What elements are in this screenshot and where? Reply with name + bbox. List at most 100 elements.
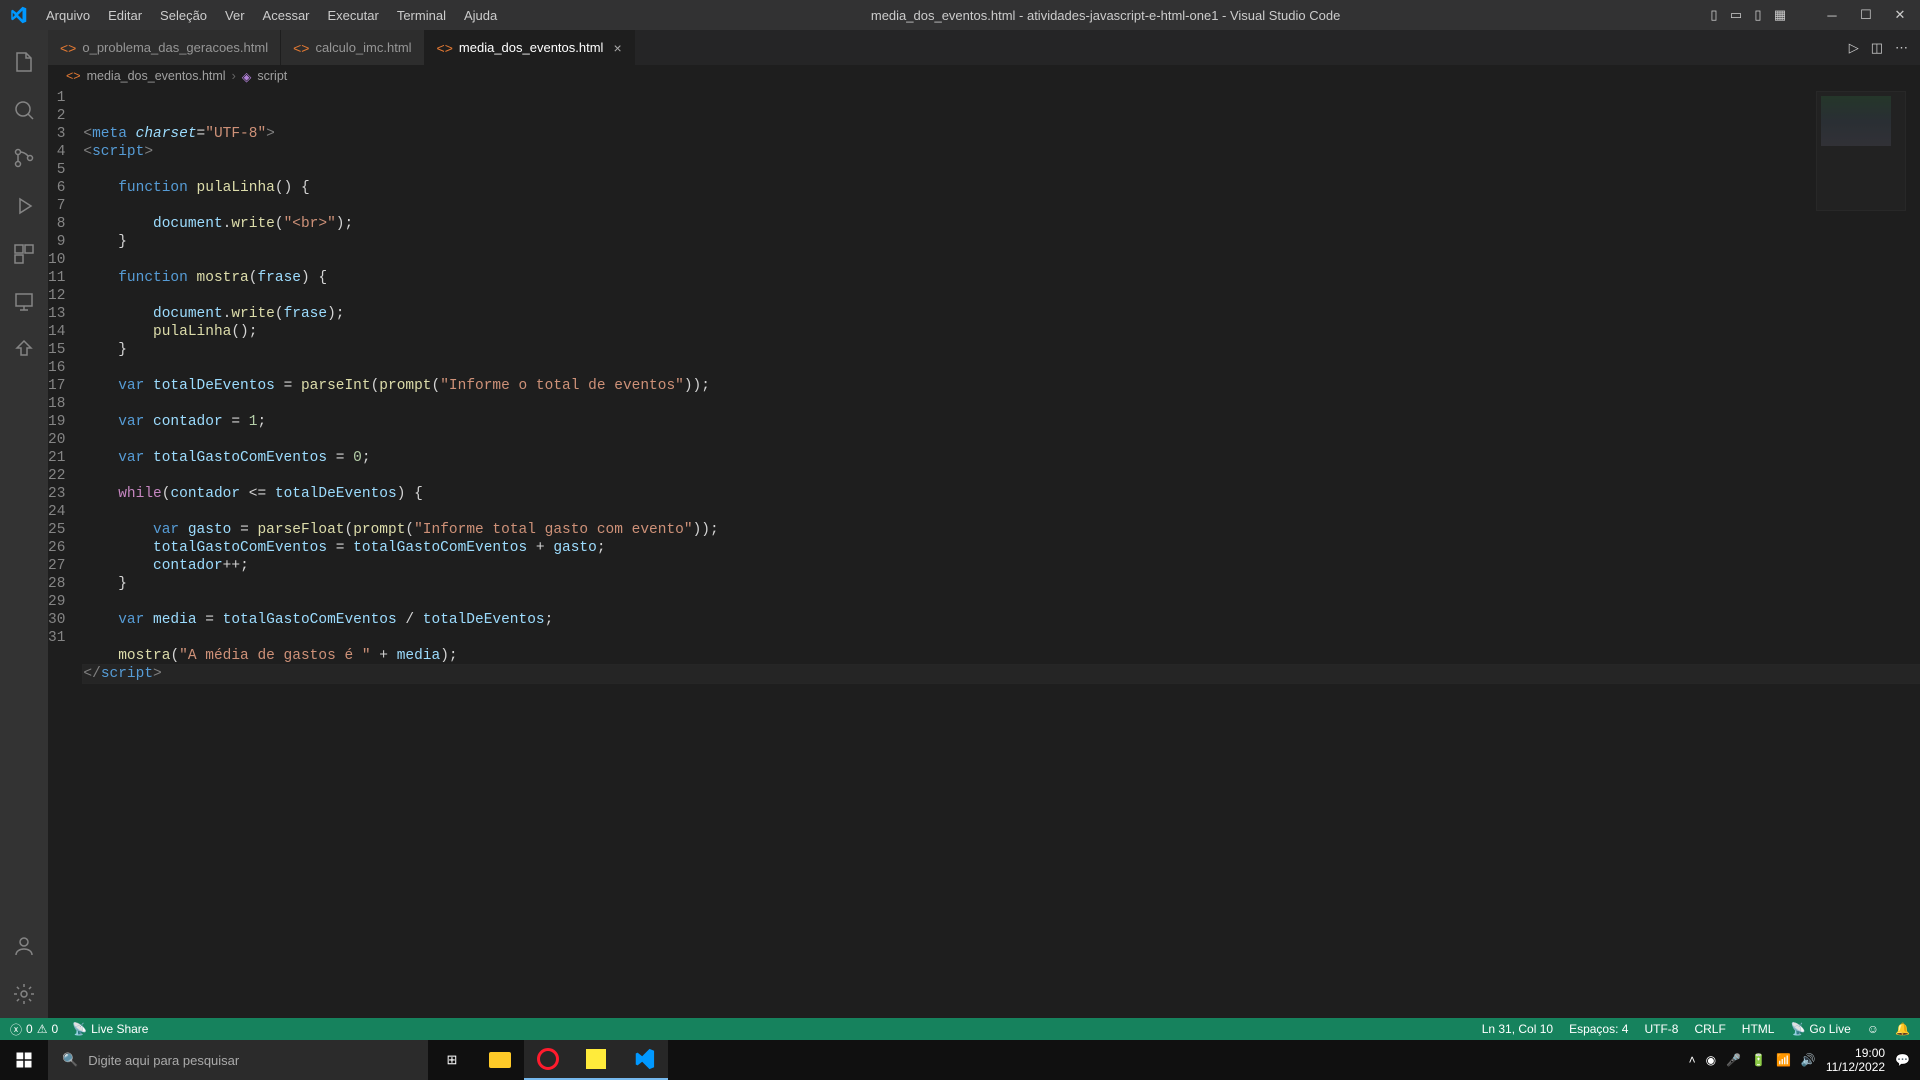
code-line[interactable]: var totalDeEventos = parseInt(prompt("In… — [83, 377, 1920, 395]
tray-battery-icon[interactable]: 🔋 — [1751, 1053, 1766, 1067]
start-button[interactable] — [0, 1040, 48, 1080]
extensions-icon[interactable] — [0, 230, 48, 278]
code-line[interactable]: function mostra(frase) { — [83, 269, 1920, 287]
code-line[interactable] — [83, 503, 1920, 521]
account-icon[interactable] — [0, 922, 48, 970]
code-line[interactable]: } — [83, 575, 1920, 593]
action-center-icon[interactable]: 💬 — [1895, 1053, 1910, 1067]
code-line[interactable]: </script> — [83, 665, 1920, 683]
warning-icon: ⚠ — [37, 1022, 48, 1036]
activity-bar — [0, 30, 48, 1018]
code-line[interactable]: var media = totalGastoComEventos / total… — [83, 611, 1920, 629]
code-editor[interactable]: 1234567891011121314151617181920212223242… — [48, 87, 1920, 1018]
close-tab-icon[interactable]: × — [613, 40, 621, 56]
menu-ajuda[interactable]: Ajuda — [456, 4, 505, 27]
tray-chevron-icon[interactable]: ˄ — [1689, 1053, 1696, 1067]
menu-terminal[interactable]: Terminal — [389, 4, 454, 27]
code-line[interactable]: document.write(frase); — [83, 305, 1920, 323]
tray-mic-icon[interactable]: 🎤 — [1726, 1053, 1741, 1067]
code-line[interactable] — [83, 197, 1920, 215]
code-line[interactable]: var contador = 1; — [83, 413, 1920, 431]
code-line[interactable]: while(contador <= totalDeEventos) { — [83, 485, 1920, 503]
language-mode[interactable]: HTML — [1742, 1022, 1775, 1036]
toggle-panel-icon[interactable]: ▭ — [1728, 7, 1744, 23]
code-line[interactable] — [83, 161, 1920, 179]
opera-icon[interactable] — [524, 1040, 572, 1080]
run-file-icon[interactable]: ▷ — [1849, 40, 1859, 56]
code-line[interactable] — [83, 431, 1920, 449]
code-line[interactable]: <meta charset="UTF-8"> — [83, 125, 1920, 143]
code-line[interactable] — [83, 395, 1920, 413]
tab-o_problema_das_geracoes-html[interactable]: <>o_problema_das_geracoes.html — [48, 30, 281, 65]
code-line[interactable]: <script> — [83, 143, 1920, 161]
code-line[interactable] — [83, 467, 1920, 485]
html-file-icon: <> — [60, 40, 76, 56]
source-control-icon[interactable] — [0, 134, 48, 182]
tray-wifi-icon[interactable]: 📶 — [1776, 1053, 1791, 1067]
code-line[interactable]: mostra("A média de gastos é " + media); — [83, 647, 1920, 665]
minimize-button[interactable]: ─ — [1824, 7, 1840, 23]
code-line[interactable]: contador++; — [83, 557, 1920, 575]
code-line[interactable]: } — [83, 233, 1920, 251]
html-file-icon: <> — [66, 69, 81, 83]
taskbar-clock[interactable]: 19:00 11/12/2022 — [1826, 1046, 1885, 1074]
search-placeholder: Digite aqui para pesquisar — [88, 1053, 239, 1068]
tray-meet-icon[interactable]: ◉ — [1706, 1053, 1716, 1067]
code-content[interactable]: <meta charset="UTF-8"><script> function … — [83, 87, 1920, 1018]
explorer-icon[interactable] — [0, 38, 48, 86]
menu-arquivo[interactable]: Arquivo — [38, 4, 98, 27]
code-line[interactable]: document.write("<br>"); — [83, 215, 1920, 233]
menu-executar[interactable]: Executar — [320, 4, 387, 27]
code-line[interactable] — [83, 251, 1920, 269]
remote-explorer-icon[interactable] — [0, 278, 48, 326]
settings-gear-icon[interactable] — [0, 970, 48, 1018]
code-line[interactable] — [83, 359, 1920, 377]
tab-label: media_dos_eventos.html — [459, 40, 604, 55]
menu-seleção[interactable]: Seleção — [152, 4, 215, 27]
search-icon[interactable] — [0, 86, 48, 134]
tray-volume-icon[interactable]: 🔊 — [1801, 1053, 1816, 1067]
html-file-icon: <> — [293, 40, 309, 56]
task-view-icon[interactable]: ⊞ — [428, 1040, 476, 1080]
eol-status[interactable]: CRLF — [1694, 1022, 1725, 1036]
encoding-status[interactable]: UTF-8 — [1644, 1022, 1678, 1036]
minimap[interactable] — [1816, 91, 1906, 211]
indentation-status[interactable]: Espaços: 4 — [1569, 1022, 1628, 1036]
go-live-button[interactable]: 📡Go Live — [1790, 1022, 1850, 1036]
error-icon: ⓧ — [10, 1021, 22, 1038]
code-line[interactable] — [83, 593, 1920, 611]
cursor-position[interactable]: Ln 31, Col 10 — [1482, 1022, 1553, 1036]
line-gutter: 1234567891011121314151617181920212223242… — [48, 87, 83, 1018]
close-button[interactable]: ✕ — [1892, 7, 1908, 23]
live-share-status[interactable]: 📡Live Share — [72, 1022, 148, 1036]
file-explorer-icon[interactable] — [476, 1040, 524, 1080]
breadcrumb[interactable]: <> media_dos_eventos.html › ◈ script — [48, 65, 1920, 87]
code-line[interactable]: var totalGastoComEventos = 0; — [83, 449, 1920, 467]
tab-media_dos_eventos-html[interactable]: <>media_dos_eventos.html× — [425, 30, 635, 65]
vscode-taskbar-icon[interactable] — [620, 1040, 668, 1080]
code-line[interactable]: var gasto = parseFloat(prompt("Informe t… — [83, 521, 1920, 539]
menu-editar[interactable]: Editar — [100, 4, 150, 27]
code-line[interactable] — [83, 287, 1920, 305]
code-line[interactable]: function pulaLinha() { — [83, 179, 1920, 197]
run-debug-icon[interactable] — [0, 182, 48, 230]
sticky-notes-icon[interactable] — [572, 1040, 620, 1080]
maximize-button[interactable]: ☐ — [1858, 7, 1874, 23]
live-share-icon[interactable] — [0, 326, 48, 374]
tab-calculo_imc-html[interactable]: <>calculo_imc.html — [281, 30, 424, 65]
toggle-sidebar-icon[interactable]: ▯ — [1706, 7, 1722, 23]
notifications-icon[interactable]: 🔔 — [1895, 1022, 1910, 1036]
code-line[interactable]: pulaLinha(); — [83, 323, 1920, 341]
code-line[interactable]: totalGastoComEventos = totalGastoComEven… — [83, 539, 1920, 557]
taskbar-search[interactable]: 🔍 Digite aqui para pesquisar — [48, 1040, 428, 1080]
split-editor-icon[interactable]: ◫ — [1871, 40, 1883, 56]
toggle-secondary-icon[interactable]: ▯ — [1750, 7, 1766, 23]
menu-ver[interactable]: Ver — [217, 4, 253, 27]
code-line[interactable] — [83, 629, 1920, 647]
customize-layout-icon[interactable]: ▦ — [1772, 7, 1788, 23]
more-actions-icon[interactable]: ⋯ — [1895, 40, 1908, 56]
problems-status[interactable]: ⓧ0 ⚠0 — [10, 1021, 58, 1038]
menu-acessar[interactable]: Acessar — [255, 4, 318, 27]
code-line[interactable]: } — [83, 341, 1920, 359]
feedback-icon[interactable]: ☺ — [1867, 1022, 1879, 1036]
